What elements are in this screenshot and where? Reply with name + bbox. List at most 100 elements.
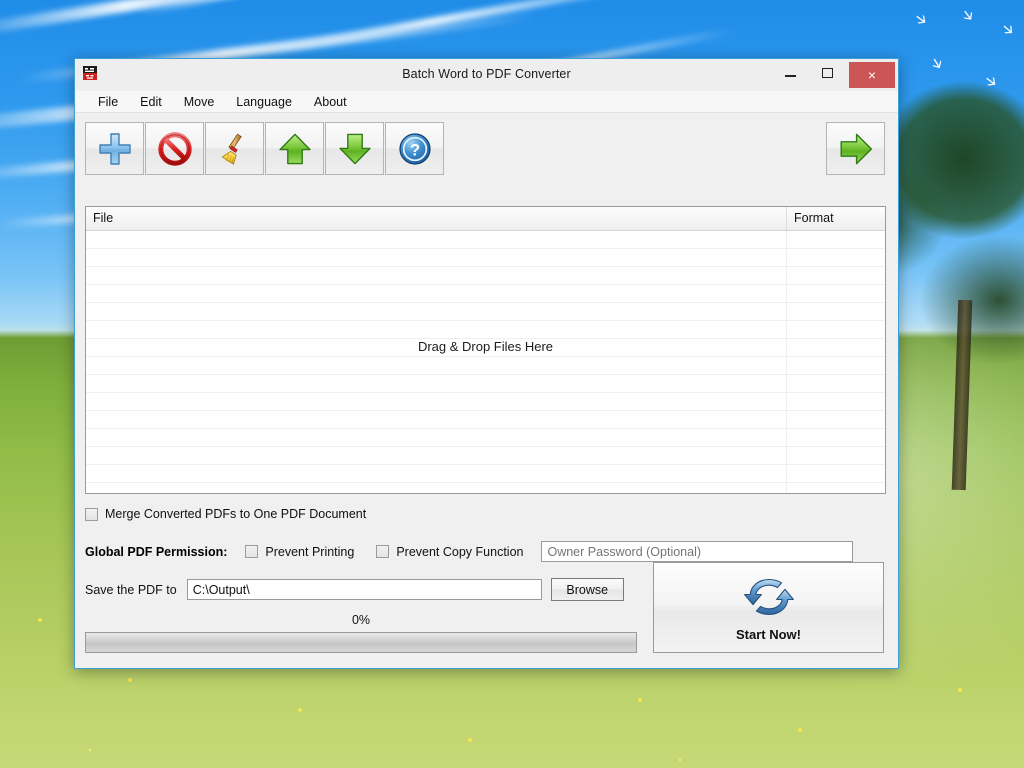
merge-checkbox[interactable] <box>85 507 98 521</box>
maximize-button[interactable] <box>812 59 842 86</box>
output-path-row: Save the PDF to Browse <box>85 578 624 601</box>
toolbar: ? <box>75 113 898 182</box>
prevent-copy-checkbox[interactable] <box>376 545 390 558</box>
permissions-row: Global PDF Permission: Prevent Printing … <box>85 541 854 562</box>
start-now-button[interactable]: Start Now! <box>653 562 884 653</box>
table-row[interactable] <box>86 339 885 357</box>
move-down-button[interactable] <box>325 122 384 175</box>
table-row[interactable] <box>86 303 885 321</box>
cell-format <box>787 285 885 302</box>
bird-icon: 🡮 <box>1002 19 1014 39</box>
title-bar: Batch Word to PDF Converter × <box>75 59 898 91</box>
table-row[interactable] <box>86 375 885 393</box>
remove-file-button[interactable] <box>145 122 204 175</box>
cell-file <box>86 285 787 302</box>
table-row[interactable] <box>86 447 885 465</box>
help-button[interactable]: ? <box>385 122 444 175</box>
prevent-printing-label[interactable]: Prevent Printing <box>265 545 354 559</box>
cell-format <box>787 339 885 356</box>
owner-password-input[interactable] <box>541 541 854 562</box>
file-list[interactable]: File Format Drag & Drop Files Here <box>85 206 886 494</box>
close-button[interactable]: × <box>849 62 895 88</box>
column-header-file[interactable]: File <box>86 207 787 230</box>
cell-file <box>86 249 787 266</box>
refresh-arrows-icon <box>743 578 794 616</box>
move-up-button[interactable] <box>265 122 324 175</box>
cell-file <box>86 267 787 284</box>
table-row[interactable] <box>86 393 885 411</box>
menu-item-move[interactable]: Move <box>173 93 226 111</box>
table-row[interactable] <box>86 429 885 447</box>
cell-file <box>86 429 787 446</box>
arrow-down-icon <box>338 133 371 164</box>
cell-file <box>86 321 787 338</box>
cell-file <box>86 411 787 428</box>
question-mark-icon: ? <box>398 132 431 165</box>
table-row[interactable] <box>86 285 885 303</box>
cell-format <box>787 231 885 248</box>
start-now-label: Start Now! <box>736 627 801 642</box>
minimize-icon <box>784 75 796 77</box>
cell-format <box>787 447 885 464</box>
table-row[interactable] <box>86 411 885 429</box>
table-row[interactable] <box>86 483 885 493</box>
table-row[interactable] <box>86 357 885 375</box>
cell-file <box>86 339 787 356</box>
cell-format <box>787 483 885 493</box>
cell-file <box>86 357 787 374</box>
progress-percent-label: 0% <box>351 613 371 627</box>
merge-option-row: Merge Converted PDFs to One PDF Document <box>85 507 366 521</box>
output-path-input[interactable] <box>186 579 542 600</box>
close-icon: × <box>867 67 877 83</box>
cell-format <box>787 429 885 446</box>
prohibition-icon <box>157 131 192 166</box>
cell-file <box>86 375 787 392</box>
cell-file <box>86 447 787 464</box>
broom-icon <box>221 133 242 165</box>
cell-file <box>86 483 787 493</box>
cell-format <box>787 321 885 338</box>
maximize-icon <box>821 67 833 78</box>
menu-item-language[interactable]: Language <box>225 93 303 111</box>
prevent-copy-label[interactable]: Prevent Copy Function <box>396 545 523 559</box>
menu-item-edit[interactable]: Edit <box>129 93 173 111</box>
cell-format <box>787 303 885 320</box>
cell-format <box>787 375 885 392</box>
table-row[interactable] <box>86 267 885 285</box>
browse-button[interactable]: Browse <box>550 578 624 601</box>
add-files-button[interactable] <box>85 122 144 175</box>
menu-item-about[interactable]: About <box>303 93 358 111</box>
table-row[interactable] <box>86 249 885 267</box>
bird-icon: 🡮 <box>914 9 927 29</box>
minimize-button[interactable] <box>775 59 805 86</box>
next-button[interactable] <box>826 122 885 175</box>
output-path-label: Save the PDF to <box>85 582 177 597</box>
arrow-up-icon <box>278 133 311 164</box>
cell-format <box>787 411 885 428</box>
cell-file <box>86 393 787 410</box>
permissions-title: Global PDF Permission: <box>85 544 228 559</box>
file-list-body[interactable]: Drag & Drop Files Here <box>86 231 885 493</box>
table-row[interactable] <box>86 465 885 483</box>
prevent-printing-checkbox[interactable] <box>245 545 259 558</box>
column-header-format[interactable]: Format <box>787 207 885 230</box>
progress-bar <box>85 632 637 653</box>
menu-bar: File Edit Move Language About <box>75 91 898 113</box>
plus-icon <box>98 132 131 165</box>
arrow-right-icon <box>840 133 872 164</box>
bird-icon: 🡮 <box>961 5 974 25</box>
file-list-header: File Format <box>86 207 885 231</box>
menu-item-file[interactable]: File <box>87 93 129 111</box>
app-window: Batch Word to PDF Converter × File Edit … <box>74 58 899 669</box>
cell-file <box>86 231 787 248</box>
svg-text:?: ? <box>409 141 419 159</box>
table-row[interactable] <box>86 231 885 249</box>
cell-format <box>787 357 885 374</box>
merge-checkbox-label[interactable]: Merge Converted PDFs to One PDF Document <box>105 507 366 521</box>
clear-list-button[interactable] <box>205 122 264 175</box>
cell-file <box>86 465 787 482</box>
cell-format <box>787 249 885 266</box>
cell-file <box>86 303 787 320</box>
table-row[interactable] <box>86 321 885 339</box>
cell-format <box>787 393 885 410</box>
